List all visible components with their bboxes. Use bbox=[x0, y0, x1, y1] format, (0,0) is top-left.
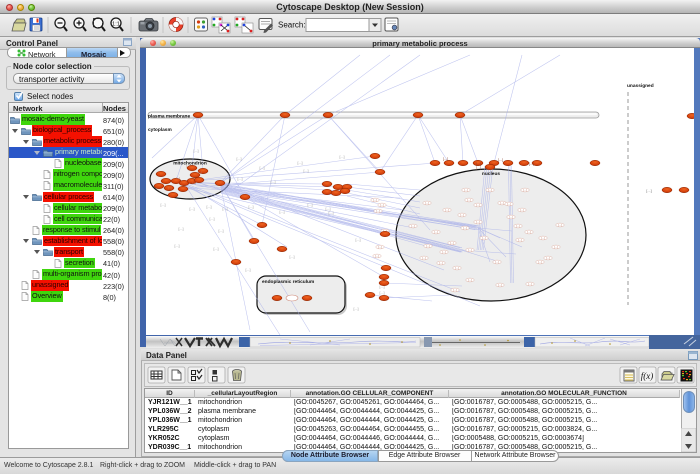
svg-text:[...]: [...] bbox=[541, 236, 545, 240]
svg-text:[...]: [...] bbox=[529, 162, 534, 166]
svg-text:[...]: [...] bbox=[476, 203, 480, 207]
svg-text:[...]: [...] bbox=[467, 198, 471, 202]
svg-text:[...]: [...] bbox=[463, 226, 467, 230]
svg-text:[...]: [...] bbox=[186, 164, 190, 168]
svg-text:[...]: [...] bbox=[175, 244, 180, 248]
svg-text:[...]: [...] bbox=[554, 245, 558, 249]
svg-text:[...]: [...] bbox=[168, 186, 172, 190]
svg-text:[...]: [...] bbox=[546, 256, 550, 260]
svg-text:[...]: [...] bbox=[498, 283, 502, 287]
svg-text:[...]: [...] bbox=[340, 155, 345, 159]
svg-text:[...]: [...] bbox=[354, 307, 359, 311]
svg-text:Search:: Search: bbox=[278, 21, 306, 30]
svg-text:[...]: [...] bbox=[219, 229, 224, 233]
svg-text:f(x): f(x) bbox=[641, 371, 654, 381]
svg-text:[...]: [...] bbox=[223, 207, 228, 211]
svg-text:[...]: [...] bbox=[260, 166, 265, 170]
svg-text:[...]: [...] bbox=[495, 260, 499, 264]
svg-text:[...]: [...] bbox=[356, 238, 361, 242]
svg-text:[...]: [...] bbox=[194, 149, 199, 153]
svg-text:[...]: [...] bbox=[538, 260, 542, 264]
svg-text:[...]: [...] bbox=[464, 188, 468, 192]
svg-text:[...]: [...] bbox=[380, 291, 385, 295]
svg-text:[...]: [...] bbox=[238, 177, 243, 181]
svg-text:[...]: [...] bbox=[488, 188, 492, 192]
svg-text:[...]: [...] bbox=[207, 205, 212, 209]
svg-text:[...]: [...] bbox=[443, 157, 448, 161]
svg-text:[...]: [...] bbox=[249, 205, 254, 209]
svg-text:[...]: [...] bbox=[528, 282, 532, 286]
svg-text:[...]: [...] bbox=[523, 188, 527, 192]
svg-text:[...]: [...] bbox=[308, 203, 313, 207]
svg-text:[...]: [...] bbox=[455, 266, 459, 270]
svg-text:[...]: [...] bbox=[520, 208, 524, 212]
svg-text:[...]: [...] bbox=[434, 230, 438, 234]
svg-text:[...]: [...] bbox=[176, 176, 180, 180]
svg-text:[...]: [...] bbox=[422, 256, 426, 260]
svg-text:[...]: [...] bbox=[190, 207, 195, 211]
svg-text:[...]: [...] bbox=[439, 261, 443, 265]
svg-text:[...]: [...] bbox=[376, 209, 380, 213]
svg-text:unassigned: unassigned bbox=[627, 83, 654, 89]
svg-text:[...]: [...] bbox=[246, 268, 251, 272]
svg-text:[...]: [...] bbox=[280, 210, 285, 214]
svg-text:[...]: [...] bbox=[445, 208, 449, 212]
svg-text:[...]: [...] bbox=[411, 224, 415, 228]
svg-text:[...]: [...] bbox=[237, 157, 242, 161]
svg-text:[...]: [...] bbox=[271, 180, 276, 184]
svg-text:[...]: [...] bbox=[304, 169, 309, 173]
svg-text:[...]: [...] bbox=[426, 244, 430, 248]
svg-text:[...]: [...] bbox=[375, 254, 379, 258]
svg-text:[...]: [...] bbox=[558, 223, 562, 227]
svg-text:1:1: 1:1 bbox=[112, 22, 120, 28]
svg-text:[...]: [...] bbox=[476, 166, 481, 170]
svg-text:[...]: [...] bbox=[214, 247, 219, 251]
svg-text:endoplasmic reticulum: endoplasmic reticulum bbox=[262, 279, 314, 285]
svg-text:[...]: [...] bbox=[500, 201, 504, 205]
svg-text:[...]: [...] bbox=[518, 238, 522, 242]
svg-text:[...]: [...] bbox=[298, 161, 303, 165]
svg-text:[...]: [...] bbox=[453, 288, 457, 292]
svg-text:cytoplasm: cytoplasm bbox=[148, 127, 172, 133]
svg-text:[...]: [...] bbox=[373, 198, 377, 202]
svg-text:[...]: [...] bbox=[198, 170, 202, 174]
svg-text:[...]: [...] bbox=[329, 211, 334, 215]
svg-text:[...]: [...] bbox=[192, 181, 196, 185]
svg-text:[...]: [...] bbox=[460, 213, 464, 217]
svg-text:[...]: [...] bbox=[179, 227, 184, 231]
svg-text:[...]: [...] bbox=[290, 255, 295, 259]
svg-text:[...]: [...] bbox=[442, 250, 446, 254]
svg-text:[...]: [...] bbox=[450, 241, 454, 245]
svg-text:[...]: [...] bbox=[378, 245, 382, 249]
svg-text:[...]: [...] bbox=[476, 220, 480, 224]
svg-text:nucleus: nucleus bbox=[482, 171, 500, 177]
svg-text:[...]: [...] bbox=[646, 188, 652, 193]
svg-text:[...]: [...] bbox=[482, 236, 486, 240]
svg-text:[...]: [...] bbox=[498, 158, 503, 162]
svg-text:plasma membrane: plasma membrane bbox=[148, 114, 190, 120]
svg-text:[...]: [...] bbox=[380, 203, 384, 207]
svg-text:[...]: [...] bbox=[527, 230, 531, 234]
svg-text:[...]: [...] bbox=[468, 248, 472, 252]
svg-text:[...]: [...] bbox=[210, 217, 215, 221]
svg-text:[...]: [...] bbox=[468, 278, 472, 282]
svg-text:[...]: [...] bbox=[516, 224, 520, 228]
svg-text:[...]: [...] bbox=[161, 203, 166, 207]
svg-text:[...]: [...] bbox=[425, 201, 429, 205]
svg-text:[...]: [...] bbox=[507, 202, 511, 206]
svg-text:[...]: [...] bbox=[509, 215, 513, 219]
